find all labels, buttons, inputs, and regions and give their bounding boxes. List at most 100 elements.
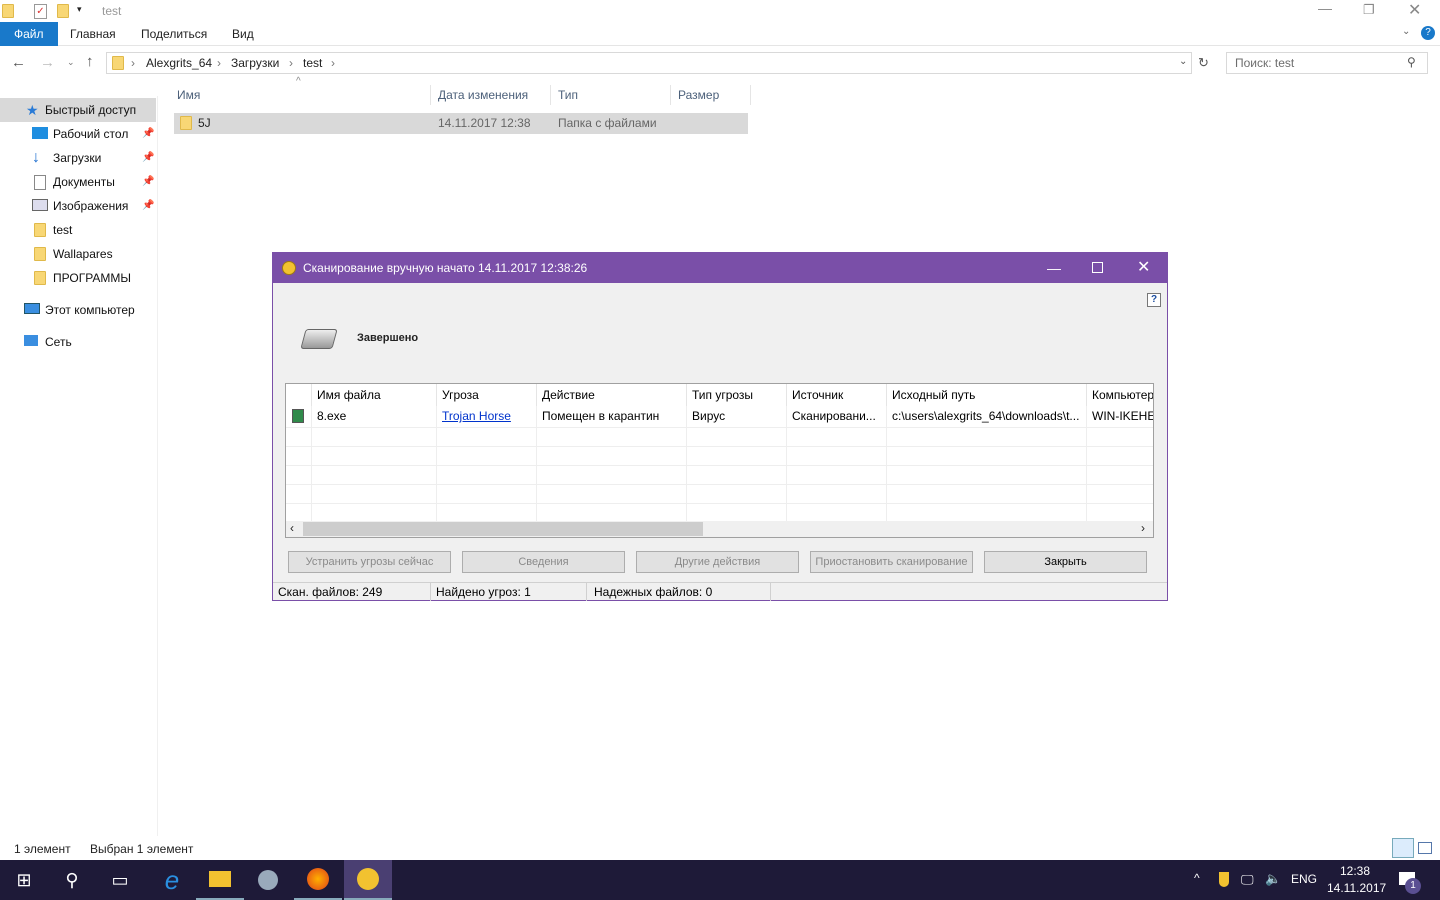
nav-label: Этот компьютер (45, 303, 135, 317)
taskbar-app[interactable] (244, 860, 292, 900)
nav-item-this-pc[interactable]: Этот компьютер (0, 298, 156, 322)
file-row[interactable]: 5J 14.11.2017 12:38 Папка с файлами (174, 113, 748, 134)
show-hidden-icons[interactable]: ^ (1194, 871, 1200, 885)
antivirus-tray-icon[interactable] (1219, 872, 1229, 887)
new-folder-icon[interactable] (57, 4, 69, 18)
file-explorer-icon (209, 871, 231, 887)
scroll-left-icon[interactable]: ‹ (290, 521, 294, 535)
customize-toolbar-icon[interactable]: ▾ (77, 4, 82, 15)
other-actions-button[interactable]: Другие действия (636, 551, 799, 573)
item-count: 1 элемент (14, 842, 71, 856)
scroll-right-icon[interactable]: › (1141, 521, 1145, 535)
details-view-button[interactable] (1392, 838, 1414, 858)
breadcrumb-separator: › (131, 56, 135, 70)
address-bar[interactable]: › Alexgrits_64 › Загрузки › test › ⌄ (106, 52, 1192, 74)
nav-item-test[interactable]: test (0, 218, 156, 242)
threats-found-count: Найдено угроз: 1 (431, 583, 587, 601)
nav-item-downloads[interactable]: ↓ Загрузки 📌 (0, 146, 156, 170)
taskbar-ie[interactable]: e (148, 860, 196, 900)
tab-view[interactable]: Вид (218, 22, 268, 46)
column-header-computer[interactable]: Компьютер (1087, 384, 1153, 406)
restore-button[interactable]: ❐ (1363, 2, 1375, 18)
dialog-close-button[interactable]: ✕ (1137, 253, 1150, 283)
volume-icon[interactable]: 🔈 (1265, 871, 1281, 887)
nav-item-quick-access[interactable]: ★ Быстрый доступ (0, 98, 156, 122)
folder-icon (34, 271, 46, 285)
breadcrumb-item[interactable]: Alexgrits_64 (146, 56, 212, 70)
column-header-action[interactable]: Действие (537, 384, 687, 406)
threat-row[interactable]: 8.exe Trojan Horse Помещен в карантин Вирус… (286, 406, 1153, 427)
folder-icon (34, 247, 46, 261)
clock-time[interactable]: 12:38 (1340, 864, 1370, 878)
large-icons-view-button[interactable] (1418, 842, 1432, 854)
up-button[interactable]: ↑ (86, 53, 94, 70)
minimize-button[interactable]: — (1318, 0, 1332, 16)
tab-home[interactable]: Главная (56, 22, 130, 46)
nav-label: Сеть (45, 335, 72, 349)
nav-item-pictures[interactable]: Изображения 📌 (0, 194, 156, 218)
file-name: 5J (198, 116, 211, 130)
nav-label: Документы (53, 175, 115, 189)
task-view-button[interactable]: ▭ (96, 860, 144, 900)
taskbar-antivirus[interactable] (344, 860, 392, 900)
search-input[interactable]: Поиск: test (1226, 52, 1428, 74)
dialog-maximize-button[interactable] (1092, 262, 1103, 273)
column-header-source[interactable]: Источник (787, 384, 887, 406)
nav-item-documents[interactable]: Документы 📌 (0, 170, 156, 194)
breadcrumb-item[interactable]: test (303, 56, 322, 70)
cell-file-name: 8.exe (317, 409, 347, 423)
column-header-size[interactable]: Размер (670, 85, 751, 105)
forward-button[interactable]: → (40, 54, 55, 71)
antivirus-icon (357, 868, 379, 890)
nav-item-programs[interactable]: ПРОГРАММЫ (0, 266, 156, 290)
network-tray-icon[interactable]: 🖵 (1241, 872, 1254, 888)
column-header-date[interactable]: Дата изменения (430, 85, 551, 105)
recent-locations-icon[interactable]: ⌄ (67, 57, 75, 68)
start-button[interactable]: ⊞ (0, 860, 48, 900)
cell-threat[interactable]: Trojan Horse (437, 406, 537, 427)
fix-threats-button[interactable]: Устранить угрозы сейчас (288, 551, 451, 573)
refresh-button[interactable]: ↻ (1198, 55, 1209, 71)
scan-dialog: Сканирование вручную начато 14.11.2017 1… (272, 252, 1168, 601)
nav-label: Изображения (53, 199, 129, 213)
horizontal-scrollbar[interactable]: ‹ › (286, 521, 1153, 537)
column-header-file-name[interactable]: Имя файла (312, 384, 437, 406)
column-header-threat[interactable]: Угроза (437, 384, 537, 406)
language-indicator[interactable]: ENG (1291, 872, 1317, 886)
nav-item-network[interactable]: Сеть (0, 330, 156, 354)
help-icon[interactable]: ? (1147, 293, 1161, 307)
breadcrumb-item[interactable]: Загрузки (231, 56, 279, 70)
details-button[interactable]: Сведения (462, 551, 625, 573)
dialog-minimize-button[interactable]: — (1047, 253, 1061, 283)
taskbar: ⊞ ⚲ ▭ e ^ 🖵 🔈 ENG 12:38 14.11.2017 1 (0, 860, 1440, 900)
file-date: 14.11.2017 12:38 (438, 116, 531, 130)
taskbar-firefox[interactable] (294, 860, 342, 900)
column-header-name[interactable]: Имя (169, 85, 431, 105)
nav-item-wallapares[interactable]: Wallapares (0, 242, 156, 266)
scrollbar-thumb[interactable] (303, 522, 703, 536)
taskbar-explorer[interactable] (196, 860, 244, 900)
back-button[interactable]: ← (11, 54, 26, 71)
breadcrumb-separator: › (331, 56, 335, 70)
column-header-type[interactable]: Тип (550, 85, 671, 105)
folder-icon (112, 56, 124, 70)
dialog-status-bar: Скан. файлов: 249 Найдено угроз: 1 Надеж… (273, 582, 1167, 601)
expand-ribbon-icon[interactable]: ⌄ (1402, 26, 1410, 37)
firefox-icon (307, 868, 329, 890)
pin-icon: 📌 (142, 128, 155, 139)
search-button[interactable]: ⚲ (48, 860, 96, 900)
help-icon[interactable]: ? (1421, 26, 1435, 40)
column-header-threat-type[interactable]: Тип угрозы (687, 384, 787, 406)
pause-scan-button[interactable]: Приостановить сканирование (810, 551, 973, 573)
close-dialog-button[interactable]: Закрыть (984, 551, 1147, 573)
clock-date[interactable]: 14.11.2017 (1327, 881, 1386, 895)
properties-icon[interactable]: ✓ (34, 4, 47, 19)
address-dropdown-icon[interactable]: ⌄ (1179, 56, 1187, 67)
tab-share[interactable]: Поделиться (127, 22, 221, 46)
nav-item-desktop[interactable]: Рабочий стол 📌 (0, 122, 156, 146)
threats-table: Имя файла Угроза Действие Тип угрозы Источни… (285, 383, 1154, 538)
download-icon: ↓ (32, 149, 40, 166)
column-header-original-path[interactable]: Исходный путь (887, 384, 1087, 406)
tab-file[interactable]: Файл (0, 22, 58, 46)
close-button[interactable]: ✕ (1408, 0, 1421, 20)
